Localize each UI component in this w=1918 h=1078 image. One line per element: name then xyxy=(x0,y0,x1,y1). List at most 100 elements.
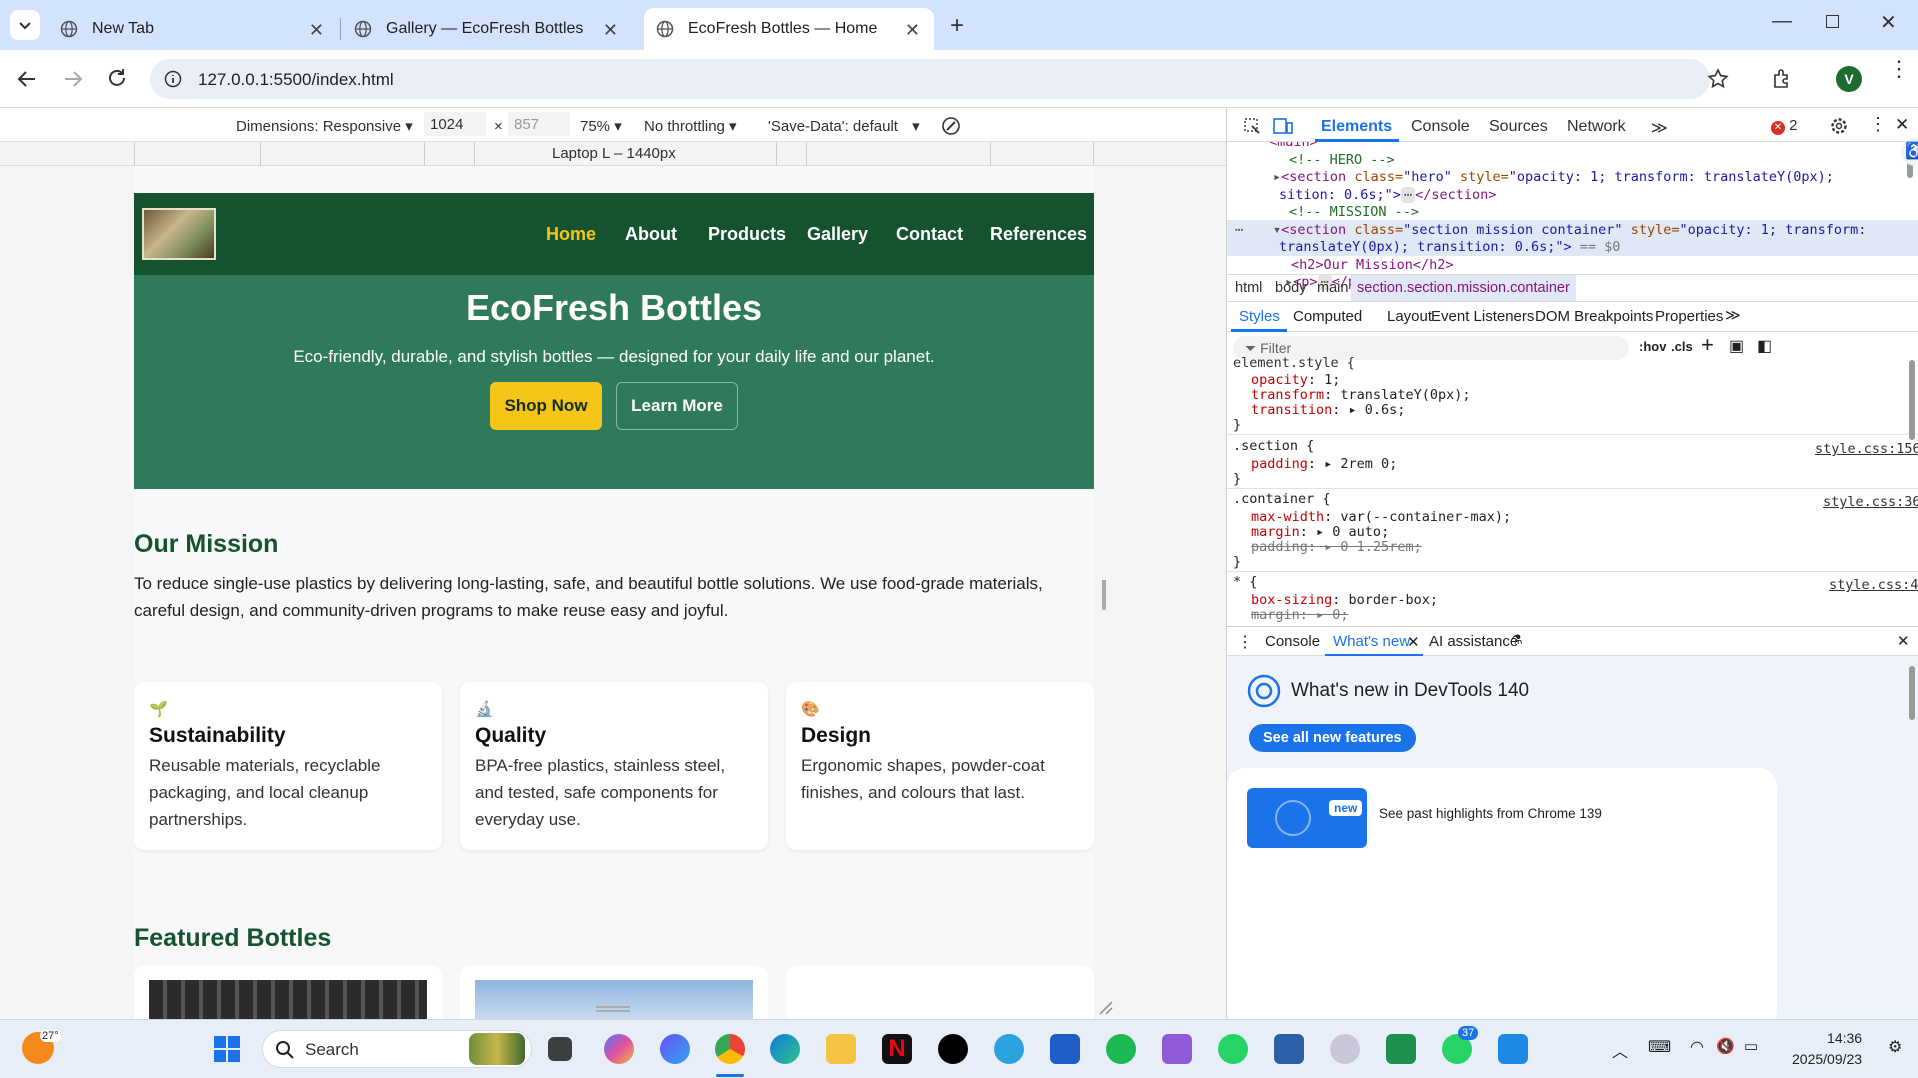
chrome-icon[interactable] xyxy=(715,1034,745,1064)
throttling-dropdown[interactable]: No throttling ▾ xyxy=(644,117,737,135)
vscode-icon[interactable] xyxy=(1498,1034,1528,1064)
keyboard-icon[interactable]: ⌨ xyxy=(1648,1037,1671,1057)
notifications-icon[interactable]: ⚙ xyxy=(1888,1037,1902,1057)
dom-node-main[interactable]: <main> xyxy=(1269,142,1318,152)
close-drawer-tab-icon[interactable]: ✕ xyxy=(1407,633,1420,651)
address-bar[interactable]: 127.0.0.1:5500/index.html xyxy=(150,59,1710,99)
width-input[interactable]: 1024 xyxy=(424,112,486,136)
breadcrumb-html[interactable]: html xyxy=(1235,280,1262,296)
visual-studio-icon[interactable] xyxy=(1162,1034,1192,1064)
dom-node-hero[interactable]: ▸<section class="hero" style="opacity: 1… xyxy=(1273,169,1918,187)
device-toggle-icon[interactable] xyxy=(1273,116,1293,136)
clock[interactable]: 14:36 2025/09/23 xyxy=(1792,1028,1862,1070)
rule-selector[interactable]: element.style { xyxy=(1233,356,1355,371)
paint-icon[interactable]: ▣ xyxy=(1729,336,1744,356)
battery-icon[interactable]: ▭ xyxy=(1744,1037,1758,1055)
hov-toggle[interactable]: :hov xyxy=(1639,339,1666,354)
subtab-computed[interactable]: Computed xyxy=(1293,308,1362,325)
sidebar-toggle-icon[interactable]: ◧ xyxy=(1757,336,1772,356)
style-declaration[interactable]: transform: translateY(0px); xyxy=(1251,388,1470,403)
new-rule-icon[interactable]: + xyxy=(1701,332,1714,358)
styles-scrollbar[interactable] xyxy=(1909,360,1915,440)
tab-search-button[interactable] xyxy=(10,10,40,40)
drawer-tab-ai-assistance[interactable]: AI assistance xyxy=(1429,633,1518,650)
extensions-icon[interactable] xyxy=(1770,67,1794,91)
error-counter[interactable]: ✕ 2 xyxy=(1771,117,1798,135)
subtab-dom-breakpoints[interactable]: DOM Breakpoints xyxy=(1535,308,1653,325)
style-declaration-overridden[interactable]: padding: ▸ 0 1.25rem; xyxy=(1251,540,1422,555)
rule-selector[interactable]: .container { xyxy=(1233,492,1331,507)
netflix-icon[interactable]: N xyxy=(882,1034,912,1064)
subtab-event-listeners[interactable]: Event Listeners xyxy=(1431,308,1534,325)
resize-handle-right[interactable] xyxy=(1102,580,1106,610)
close-drawer-icon[interactable]: ✕ xyxy=(1897,632,1910,650)
drawer-menu-icon[interactable]: ⋮ xyxy=(1237,632,1253,652)
style-declaration[interactable]: max-width: var(--container-max); xyxy=(1251,510,1511,525)
tab-sources[interactable]: Sources xyxy=(1489,118,1548,136)
style-declaration[interactable]: box-sizing: border-box; xyxy=(1251,593,1438,608)
profile-avatar[interactable]: V xyxy=(1836,66,1862,92)
more-subtabs-icon[interactable]: ≫ xyxy=(1725,306,1741,324)
drawer-tab-console[interactable]: Console xyxy=(1265,633,1320,650)
weather-widget[interactable]: 27° xyxy=(22,1030,61,1064)
app-arrow-icon[interactable] xyxy=(1386,1034,1416,1064)
devtools-menu-icon[interactable]: ⋮ xyxy=(1869,114,1887,135)
zoom-dropdown[interactable]: 75% ▾ xyxy=(580,117,622,135)
row-menu-icon[interactable]: ⋯ xyxy=(1235,222,1243,240)
style-declaration[interactable]: opacity: 1; xyxy=(1251,373,1340,388)
tab-elements[interactable]: Elements xyxy=(1321,118,1392,136)
highlights-link[interactable]: See past highlights from Chrome 139 xyxy=(1379,806,1602,821)
app-m-icon[interactable] xyxy=(1274,1034,1304,1064)
widgets-icon[interactable] xyxy=(660,1034,690,1064)
tab-new-tab[interactable]: New Tab ✕ xyxy=(48,8,338,50)
reload-icon[interactable] xyxy=(106,67,128,89)
copilot-icon[interactable] xyxy=(604,1034,634,1064)
browser-menu-icon[interactable]: ⋮ xyxy=(1888,58,1910,80)
rule-selector[interactable]: .section { xyxy=(1233,439,1314,454)
source-link[interactable]: style.css:4 xyxy=(1829,578,1918,593)
height-input[interactable]: 857 xyxy=(508,112,570,136)
source-link[interactable]: style.css:156 xyxy=(1815,442,1918,457)
cls-toggle[interactable]: .cls xyxy=(1671,339,1693,354)
site-logo[interactable] xyxy=(142,208,216,260)
nav-about[interactable]: About xyxy=(625,224,677,245)
close-tab-icon[interactable]: ✕ xyxy=(905,20,920,41)
breadcrumb-main[interactable]: main xyxy=(1317,280,1348,296)
subtab-properties[interactable]: Properties xyxy=(1655,308,1723,325)
url-text[interactable]: 127.0.0.1:5500/index.html xyxy=(198,70,394,90)
close-window-button[interactable]: ✕ xyxy=(1880,10,1897,35)
learn-more-button[interactable]: Learn More xyxy=(616,382,738,430)
dom-comment[interactable]: <!-- HERO --> xyxy=(1289,152,1395,170)
telegram-icon[interactable] xyxy=(994,1034,1024,1064)
info-icon[interactable] xyxy=(164,70,182,88)
style-declaration-overridden[interactable]: margin: ▸ 0; xyxy=(1251,608,1349,623)
volume-muted-icon[interactable]: 🔇 xyxy=(1716,1037,1735,1055)
new-tab-button[interactable]: + xyxy=(950,12,964,40)
resize-corner-icon[interactable] xyxy=(1098,1000,1114,1016)
breadcrumb-body[interactable]: body xyxy=(1275,280,1306,296)
subtab-layout[interactable]: Layout xyxy=(1387,308,1432,325)
minimize-button[interactable]: — xyxy=(1772,10,1792,33)
rule-selector[interactable]: * { xyxy=(1233,575,1257,590)
tab-network[interactable]: Network xyxy=(1567,118,1626,136)
back-arrow-icon[interactable] xyxy=(16,68,38,90)
tray-chevron-icon[interactable]: ︿ xyxy=(1612,1038,1628,1062)
dimensions-dropdown[interactable]: Dimensions: Responsive ▾ xyxy=(236,117,413,135)
app-photo-icon[interactable] xyxy=(1330,1034,1360,1064)
dom-comment[interactable]: <!-- MISSION --> xyxy=(1289,204,1419,222)
style-declaration[interactable]: margin: ▸ 0 auto; xyxy=(1251,525,1389,540)
store-icon[interactable] xyxy=(1050,1034,1080,1064)
windows-start-icon[interactable] xyxy=(212,1034,242,1064)
tiktok-icon[interactable] xyxy=(938,1034,968,1064)
wifi-icon[interactable]: ◠ xyxy=(1690,1037,1704,1057)
settings-gear-icon[interactable] xyxy=(1829,116,1849,136)
save-data-dropdown[interactable]: 'Save-Data': default ▾ xyxy=(768,117,920,135)
dom-node-mission[interactable]: ▾<section class="section mission contain… xyxy=(1273,222,1866,240)
whatsapp-icon[interactable] xyxy=(1218,1034,1248,1064)
nav-products[interactable]: Products xyxy=(708,224,786,245)
close-tab-icon[interactable]: ✕ xyxy=(603,20,618,41)
drawer-scrollbar[interactable] xyxy=(1909,666,1915,720)
shop-now-button[interactable]: Shop Now xyxy=(490,382,602,430)
nav-contact[interactable]: Contact xyxy=(896,224,963,245)
more-tabs-icon[interactable]: ≫ xyxy=(1651,118,1668,138)
